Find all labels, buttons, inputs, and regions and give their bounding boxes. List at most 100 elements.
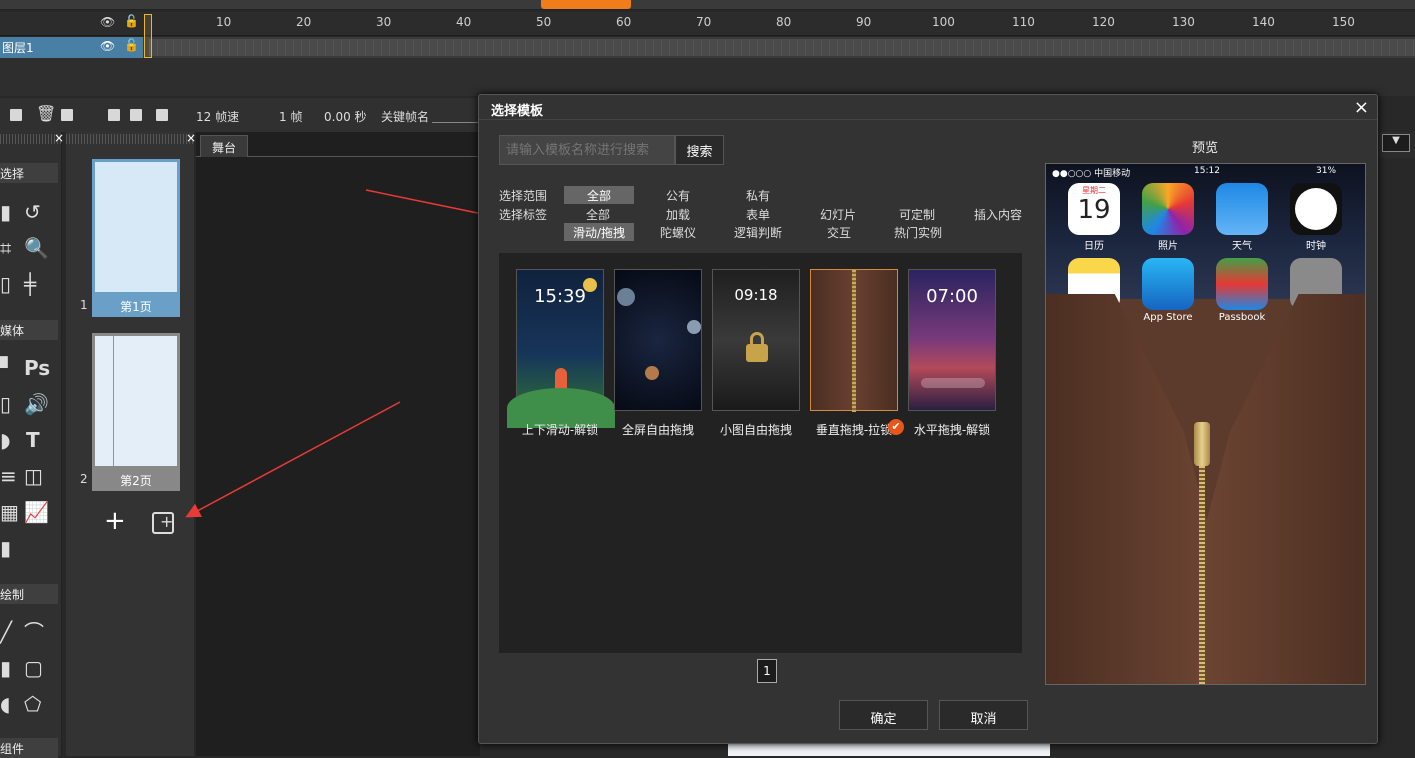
- tag-option[interactable]: 陀螺仪: [650, 223, 706, 241]
- dialog-title: 选择模板: [491, 104, 544, 119]
- timeline-layer-row[interactable]: 图层1 👁 🔓: [0, 37, 1415, 58]
- line-tool-icon[interactable]: ╱: [0, 622, 12, 642]
- zipper-right-flap: [1196, 294, 1365, 684]
- eye-icon[interactable]: 👁: [100, 39, 115, 53]
- list-icon[interactable]: ≡: [0, 466, 17, 486]
- search-input[interactable]: [499, 135, 675, 165]
- scope-label: 选择范围: [499, 189, 548, 203]
- frame-delete-icon[interactable]: [156, 109, 168, 121]
- eye-icon[interactable]: 👁: [100, 15, 115, 29]
- template-name[interactable]: 全屏自由拖拽: [609, 421, 707, 438]
- add-page-icon[interactable]: +: [104, 506, 126, 536]
- frames-strip[interactable]: [149, 39, 1415, 56]
- page-label[interactable]: 第1页: [92, 295, 180, 317]
- template-grid: 15:39 上下滑动-解锁 全屏自由拖拽 09:18 小图自由拖拽 垂直拖拽-拉…: [499, 253, 1022, 653]
- add-template-page-icon[interactable]: +: [152, 512, 174, 534]
- tag-option[interactable]: 逻辑判断: [727, 223, 789, 241]
- sound-icon[interactable]: 🔊: [24, 394, 49, 414]
- keyframe-name-input[interactable]: [432, 122, 480, 123]
- page-number: 2: [80, 472, 88, 486]
- keyframe-name-label: 关键帧名: [381, 110, 430, 124]
- tag-option[interactable]: 加载: [653, 205, 703, 223]
- shape-icon[interactable]: ◗: [0, 430, 11, 450]
- tag-option[interactable]: 插入内容: [969, 205, 1027, 223]
- template-name[interactable]: 水平拖拽-解锁: [903, 421, 1001, 438]
- tab-stage[interactable]: 舞台: [200, 135, 248, 157]
- frame-icon[interactable]: ◫: [24, 466, 43, 486]
- preview-title: 预览: [1191, 141, 1218, 156]
- playhead[interactable]: [144, 14, 152, 58]
- template-name[interactable]: 小图自由拖拽: [707, 421, 805, 438]
- scope-option-private[interactable]: 私有: [733, 186, 783, 204]
- cancel-button[interactable]: 取消: [939, 700, 1028, 730]
- tag-option[interactable]: 可定制: [889, 205, 945, 223]
- fps-readout[interactable]: 12 帧速: [196, 108, 239, 125]
- template-card[interactable]: 15:39: [507, 269, 615, 428]
- ruler-tick: 100: [932, 15, 955, 29]
- transform-tool-icon[interactable]: ⌗: [0, 238, 11, 258]
- page-thumbnail-1[interactable]: [92, 159, 180, 295]
- tag-option[interactable]: 热门实例: [887, 223, 949, 241]
- close-icon[interactable]: ×: [1354, 97, 1369, 118]
- select-tool-icon[interactable]: ▮: [0, 202, 11, 222]
- panel-grip[interactable]: [66, 134, 194, 144]
- zoom-icon[interactable]: 🔍: [24, 238, 49, 258]
- ruler-tick: 20: [296, 15, 312, 29]
- panel-grip[interactable]: [0, 134, 62, 144]
- tag-option[interactable]: 幻灯片: [810, 205, 866, 223]
- stage-area[interactable]: [196, 132, 480, 756]
- confirm-button[interactable]: 确定: [839, 700, 928, 730]
- search-button[interactable]: 搜索: [675, 135, 724, 165]
- tag-option[interactable]: 交互: [814, 223, 864, 241]
- video-icon[interactable]: ▯: [0, 394, 11, 414]
- text-tool-icon[interactable]: T: [26, 430, 40, 450]
- guides-icon[interactable]: ╪: [24, 274, 36, 294]
- scope-option-public[interactable]: 公有: [653, 186, 703, 204]
- zipper-pull-icon[interactable]: [1194, 422, 1210, 466]
- ellipse-tool-icon[interactable]: ◖: [0, 694, 11, 714]
- tag-option[interactable]: 表单: [733, 205, 783, 223]
- anchor-tool-icon[interactable]: ▯: [0, 274, 11, 294]
- page-number: 1: [80, 298, 88, 312]
- misc-tool-icon[interactable]: ▮: [0, 538, 11, 558]
- template-card[interactable]: [614, 269, 702, 411]
- rect-tool-icon[interactable]: ▮: [0, 658, 11, 678]
- photoshop-icon[interactable]: Ps: [24, 358, 50, 378]
- publish-button[interactable]: [541, 0, 631, 9]
- timeline-ruler[interactable]: 👁 🔓 10 20 30 40 50 60 70 80 90 100 110 1…: [0, 12, 1415, 36]
- close-icon[interactable]: ×: [186, 131, 196, 145]
- chevron-down-icon[interactable]: ▼: [1382, 134, 1410, 152]
- lock-icon[interactable]: 🔓: [124, 14, 139, 28]
- image-tool-icon[interactable]: ▘: [0, 358, 15, 378]
- folder-icon[interactable]: [10, 109, 22, 121]
- template-card[interactable]: 09:18: [712, 269, 800, 411]
- rounded-rect-icon[interactable]: ▢: [24, 658, 43, 678]
- template-card-selected[interactable]: [810, 269, 898, 412]
- stage-canvas[interactable]: [728, 742, 1050, 756]
- chart-icon[interactable]: 📈: [24, 502, 49, 522]
- page-thumbnail-2[interactable]: [92, 333, 180, 469]
- tools-panel: × 选择 ▮ ↺ ⌗ 🔍 ▯ ╪ 媒体 ▘ Ps ▯ 🔊 ◗ T ≡ ◫ ▦ 📈…: [0, 131, 64, 758]
- section-components-header: 组件: [0, 738, 58, 758]
- template-time: 09:18: [734, 286, 778, 304]
- ruler-tick: 110: [1012, 15, 1035, 29]
- trash-icon[interactable]: 🗑: [36, 104, 56, 123]
- keyframe-insert-icon[interactable]: [130, 109, 142, 121]
- template-name[interactable]: 上下滑动-解锁: [511, 421, 609, 438]
- polygon-tool-icon[interactable]: ⬠: [24, 694, 41, 714]
- pagination-page[interactable]: 1: [757, 659, 777, 683]
- curve-tool-icon[interactable]: ⌒: [24, 622, 44, 642]
- template-card[interactable]: 07:00: [908, 269, 996, 411]
- close-icon[interactable]: ×: [54, 131, 64, 145]
- scope-option-all[interactable]: 全部: [564, 186, 634, 204]
- layer-label: 图层1: [2, 41, 34, 55]
- tag-option-active[interactable]: 滑动/拖拽: [564, 223, 634, 241]
- table-icon[interactable]: ▦: [0, 502, 19, 522]
- tag-option[interactable]: 全部: [573, 205, 623, 223]
- copy-icon[interactable]: [61, 109, 73, 121]
- layer-item[interactable]: 图层1 👁 🔓: [0, 37, 143, 58]
- frame-insert-icon[interactable]: [108, 109, 120, 121]
- rotate-tool-icon[interactable]: ↺: [24, 202, 41, 222]
- page-label[interactable]: 第2页: [92, 469, 180, 491]
- lock-icon[interactable]: 🔓: [124, 38, 139, 52]
